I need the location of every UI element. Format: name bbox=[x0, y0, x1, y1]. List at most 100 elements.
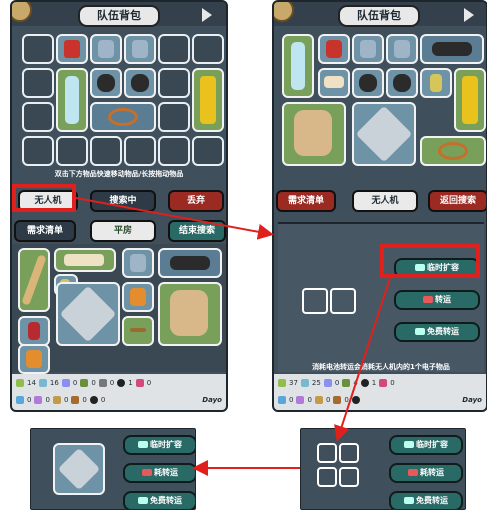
demand-list-button[interactable]: 需求清单 bbox=[276, 190, 336, 212]
item-slot-bandage[interactable] bbox=[318, 68, 350, 98]
item-slot-can[interactable] bbox=[318, 34, 350, 64]
empty-slot[interactable] bbox=[192, 34, 224, 64]
empty-slot[interactable] bbox=[22, 102, 54, 132]
item-slot-rope[interactable] bbox=[420, 136, 486, 166]
free-transfer-button[interactable]: 免费转运 bbox=[123, 491, 195, 509]
highlight-box-temp-expand bbox=[380, 244, 480, 278]
empty-slot[interactable] bbox=[158, 34, 190, 64]
resource-status-bar: 14 16 0 0 0 1 0 0 0 0 0 0 Dayo bbox=[12, 374, 226, 410]
item-slot-sticks[interactable] bbox=[122, 316, 154, 346]
free-transfer-label: 免费转运 bbox=[416, 496, 448, 505]
item-slot-bat[interactable] bbox=[18, 248, 50, 312]
pill-icon bbox=[61, 379, 70, 387]
empty-slot[interactable] bbox=[124, 136, 156, 166]
drone-cargo-slot[interactable] bbox=[317, 467, 337, 487]
bomb-icon bbox=[360, 379, 369, 387]
status-value: 0 bbox=[334, 379, 340, 387]
item-slot-metal-plate[interactable] bbox=[56, 282, 120, 346]
end-search-button[interactable]: 结束搜索 bbox=[168, 220, 226, 242]
item-slot-tin-2[interactable] bbox=[124, 34, 156, 64]
item-slot-gasmask[interactable] bbox=[90, 68, 122, 98]
empty-slot[interactable] bbox=[158, 136, 190, 166]
item-slot-gasmask-2[interactable] bbox=[124, 68, 156, 98]
empty-slot[interactable] bbox=[158, 102, 190, 132]
status-value: 0 bbox=[45, 396, 50, 404]
item-slot-rice-sack[interactable] bbox=[158, 282, 222, 346]
coin-icon bbox=[274, 2, 294, 22]
drone-button[interactable]: 无人机 bbox=[352, 190, 418, 212]
drone-cargo-slot[interactable] bbox=[317, 443, 337, 463]
drone-cargo-slot[interactable] bbox=[339, 443, 359, 463]
demand-list-button[interactable]: 需求清单 bbox=[14, 220, 76, 242]
battery-transfer-button[interactable]: 转运 bbox=[394, 290, 480, 310]
item-slot-jar[interactable] bbox=[122, 282, 154, 312]
empty-slot[interactable] bbox=[90, 136, 122, 166]
free-transfer-button[interactable]: 免费转运 bbox=[389, 491, 463, 509]
item-slot-metal-plate[interactable] bbox=[352, 102, 416, 166]
item-slot-bandage[interactable] bbox=[54, 248, 116, 272]
battery-icon bbox=[142, 469, 152, 476]
empty-slot[interactable] bbox=[22, 34, 54, 64]
item-slot-gasmask[interactable] bbox=[352, 68, 384, 98]
wood-icon bbox=[52, 396, 61, 404]
discard-button[interactable]: 丢弃 bbox=[168, 190, 224, 212]
tin-can-icon bbox=[98, 40, 114, 58]
battery-transfer-button[interactable]: 耗转运 bbox=[123, 463, 195, 483]
item-slot-rice-sack[interactable] bbox=[282, 102, 346, 166]
item-slot-lighter[interactable] bbox=[420, 68, 452, 98]
item-slot-jetski[interactable] bbox=[158, 248, 222, 278]
empty-slot[interactable] bbox=[192, 136, 224, 166]
status-value: 0 bbox=[63, 396, 69, 404]
team-backpack-tab[interactable]: 队伍背包 bbox=[78, 5, 160, 27]
searching-button[interactable]: 搜索中 bbox=[90, 190, 156, 212]
empty-slot[interactable] bbox=[56, 136, 88, 166]
sticks-icon bbox=[130, 328, 146, 332]
drone-cargo-slot[interactable] bbox=[330, 288, 356, 314]
empty-slot[interactable] bbox=[158, 68, 190, 98]
item-slot-metal-plate[interactable] bbox=[53, 443, 105, 495]
metal-plate-icon bbox=[57, 447, 101, 491]
canned-food-icon bbox=[64, 40, 80, 58]
gas-mask-icon bbox=[97, 74, 115, 92]
item-slot-jetski[interactable] bbox=[420, 34, 484, 64]
item-slot-rope[interactable] bbox=[90, 102, 156, 132]
item-slot-water-bottle[interactable] bbox=[56, 68, 88, 132]
temp-expand-button[interactable]: 临时扩容 bbox=[123, 435, 195, 455]
status-value: 0 bbox=[72, 379, 78, 387]
item-slot-oil-bottle[interactable] bbox=[192, 68, 224, 132]
next-page-arrow-icon[interactable] bbox=[202, 8, 212, 22]
rice-sack-icon bbox=[170, 290, 208, 336]
battery-transfer-button[interactable]: 耗转运 bbox=[389, 463, 463, 483]
water-bottle-icon bbox=[65, 76, 79, 124]
tin-can-icon bbox=[394, 40, 410, 58]
wood-icon bbox=[314, 396, 323, 404]
empty-slot[interactable] bbox=[22, 136, 54, 166]
bottom-right-crop: 临时扩容 耗转运 免费转运 bbox=[300, 428, 466, 510]
flat-house-button[interactable]: 平房 bbox=[90, 220, 156, 242]
video-ad-icon bbox=[404, 441, 414, 448]
item-slot-gasmask-2[interactable] bbox=[386, 68, 418, 98]
empty-slot[interactable] bbox=[22, 68, 54, 98]
battery-prefix: 耗 bbox=[420, 468, 428, 477]
plank-icon bbox=[71, 396, 80, 404]
return-search-button[interactable]: 返回搜索 bbox=[428, 190, 486, 212]
item-slot-tin-2[interactable] bbox=[386, 34, 418, 64]
bomb-icon bbox=[117, 379, 126, 387]
drone-cargo-slot[interactable] bbox=[339, 467, 359, 487]
status-value: 0 bbox=[390, 379, 395, 387]
temp-expand-button[interactable]: 临时扩容 bbox=[389, 435, 463, 455]
item-slot-water-bottle[interactable] bbox=[282, 34, 314, 98]
item-slot-tin[interactable] bbox=[90, 34, 122, 64]
item-slot-oil-bottle[interactable] bbox=[454, 68, 486, 132]
item-slot-tin-3[interactable] bbox=[122, 248, 154, 278]
item-slot-jar-2[interactable] bbox=[18, 344, 50, 374]
item-slot-tin[interactable] bbox=[352, 34, 384, 64]
status-value: 0 bbox=[289, 396, 294, 404]
free-transfer-button[interactable]: 免费转运 bbox=[394, 322, 480, 342]
drone-cargo-slot[interactable] bbox=[302, 288, 328, 314]
item-slot-can[interactable] bbox=[56, 34, 88, 64]
next-page-arrow-icon[interactable] bbox=[464, 8, 474, 22]
battery-icon bbox=[342, 379, 351, 387]
team-backpack-tab[interactable]: 队伍背包 bbox=[338, 5, 420, 27]
item-slot-can-red[interactable] bbox=[18, 316, 50, 346]
